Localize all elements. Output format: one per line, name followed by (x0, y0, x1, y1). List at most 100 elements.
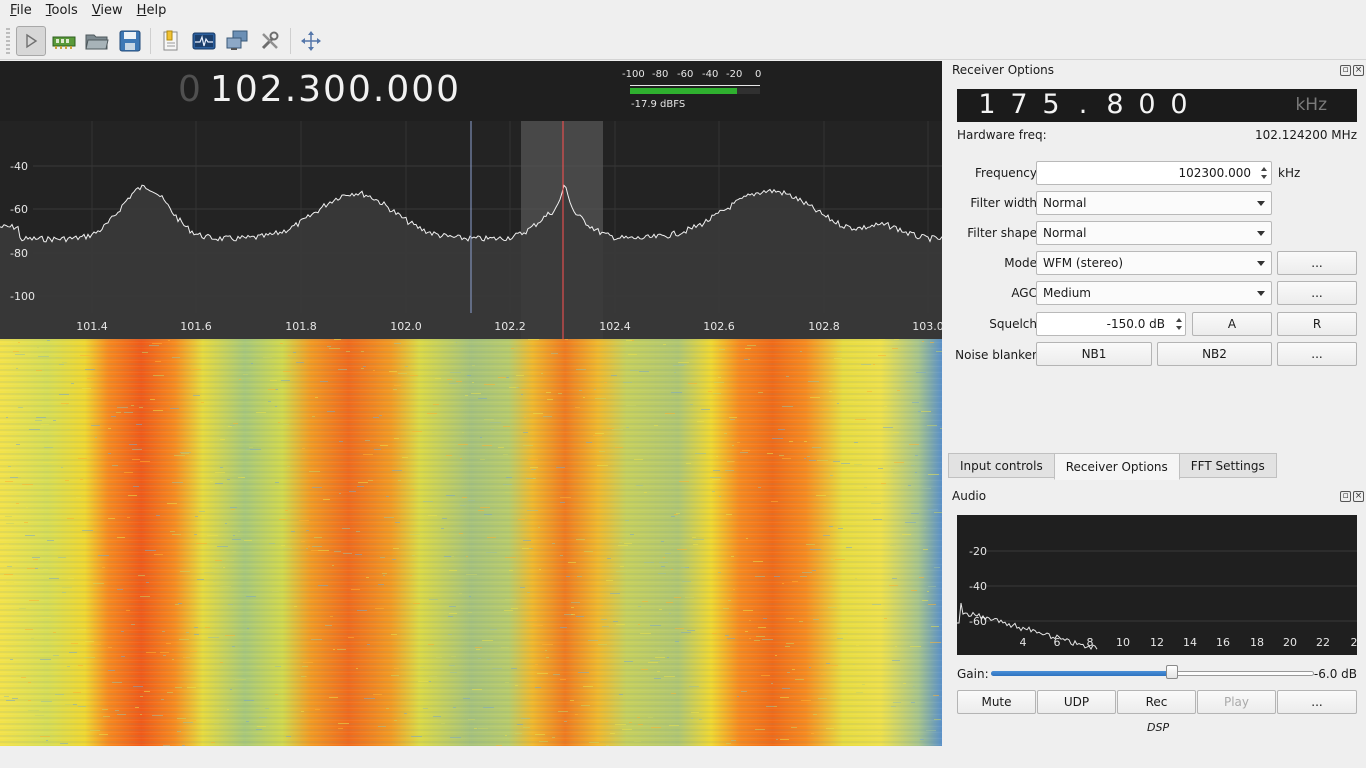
load-settings-button[interactable] (82, 26, 112, 56)
meter-scale-label: -60 (677, 69, 694, 80)
menu-help[interactable]: Help (130, 0, 174, 22)
noise-blanker-options-button[interactable]: ... (1277, 342, 1357, 366)
float-icon[interactable]: ▫ (1340, 491, 1351, 502)
tab-receiver-options[interactable]: Receiver Options (1053, 453, 1180, 480)
offset-digit[interactable]: 1 (971, 89, 1003, 120)
tab-fft-settings[interactable]: FFT Settings (1178, 453, 1277, 478)
frequency-spinbox[interactable]: 102300.000 (1036, 161, 1272, 185)
close-icon[interactable]: × (1353, 491, 1364, 502)
offset-digit[interactable]: 0 (1131, 89, 1163, 120)
full-screen-button[interactable] (296, 26, 326, 56)
spin-down-icon[interactable] (1176, 326, 1182, 330)
filter-offset-digits[interactable]: 1 7 5 . 8 0 0 (971, 89, 1195, 120)
agc-select[interactable]: Medium (1036, 281, 1272, 305)
meter-scale: -100 -80 -60 -40 -20 0 (622, 69, 762, 81)
main-toolbar (0, 22, 1366, 60)
frequency-spin-arrows[interactable] (1258, 161, 1270, 185)
meter-scale-label: -40 (702, 69, 719, 80)
squelch-spin-arrows[interactable] (1173, 312, 1185, 336)
mode-options-button[interactable]: ... (1277, 251, 1357, 275)
audio-x-tick: 2 (1351, 636, 1358, 649)
start-button[interactable] (16, 25, 46, 56)
frequency-value: 102300.000 (1178, 166, 1251, 180)
spectrum-x-tick: 102.8 (808, 320, 840, 333)
spectrum-x-tick: 102.6 (703, 320, 735, 333)
menu-view[interactable]: View (85, 0, 130, 22)
squelch-label: Squelch (989, 317, 1037, 331)
chevron-down-icon (1257, 230, 1265, 236)
mode-value: WFM (stereo) (1043, 256, 1124, 270)
tools-icon (261, 31, 279, 49)
close-icon[interactable]: × (1353, 65, 1364, 76)
offset-digit[interactable]: 8 (1099, 89, 1131, 120)
filter-width-label: Filter width (970, 196, 1037, 210)
record-button[interactable]: Rec (1117, 690, 1196, 714)
mode-select[interactable]: WFM (stereo) (1036, 251, 1272, 275)
chevron-down-icon (1257, 260, 1265, 266)
meter-ticks (630, 82, 760, 86)
filter-shape-select[interactable]: Normal (1036, 221, 1272, 245)
audio-fft-plot[interactable]: -20-40-60 4 6 8 10 12 14 16 18 20 22 2 (957, 515, 1357, 655)
squelch-value: -150.0 dB (1106, 317, 1165, 331)
hardware-icon (52, 36, 76, 49)
offset-digit[interactable]: 7 (1003, 89, 1035, 120)
dxc-button[interactable] (189, 26, 219, 56)
nb2-button[interactable]: NB2 (1157, 342, 1272, 366)
menu-file[interactable]: File (3, 0, 39, 22)
gain-slider-handle[interactable] (1165, 665, 1178, 679)
audio-title: Audio (952, 489, 987, 503)
audio-x-tick: 18 (1250, 636, 1264, 649)
spin-up-icon[interactable] (1261, 167, 1267, 171)
offset-digit[interactable]: 5 (1035, 89, 1067, 120)
toolbar-separator (290, 27, 291, 54)
agc-label: AGC (1011, 286, 1037, 300)
audio-options-button[interactable]: ... (1277, 690, 1357, 714)
frequency-leading-digit[interactable]: 0 (178, 69, 201, 110)
bookmark-icon (163, 30, 178, 50)
save-icon (119, 30, 141, 51)
spin-down-icon[interactable] (1261, 175, 1267, 179)
waterfall-display[interactable] (0, 339, 942, 746)
hardware-freq-label: Hardware freq: (957, 128, 1047, 142)
spectrum-plot[interactable]: -40-60-80-100 101.4 101.6 101.8 102.0 102.2 1… (0, 121, 942, 339)
io-devices-button[interactable] (49, 26, 79, 56)
offset-digit[interactable]: 0 (1163, 89, 1195, 120)
status-bar (0, 746, 943, 768)
audio-grid (987, 550, 1357, 622)
hardware-freq-value: 102.124200 MHz (1254, 128, 1357, 142)
float-icon[interactable]: ▫ (1340, 65, 1351, 76)
spectrum-x-tick: 101.6 (180, 320, 212, 333)
audio-x-tick: 14 (1183, 636, 1197, 649)
squelch-reset-button[interactable]: R (1277, 312, 1357, 336)
nb1-button[interactable]: NB1 (1036, 342, 1152, 366)
spectrum-y-tick: -80 (10, 247, 28, 260)
open-folder-icon (85, 34, 109, 49)
meter-scale-label: 0 (755, 69, 762, 80)
bookmarks-button[interactable] (156, 26, 186, 56)
squelch-auto-button[interactable]: A (1192, 312, 1272, 336)
remote-control-button[interactable] (222, 26, 252, 56)
filter-width-select[interactable]: Normal (1036, 191, 1272, 215)
toolbar-separator (150, 27, 151, 54)
frequency-control[interactable]: 0 102.300.000 -100 -80 -60 -40 -20 0 -17… (0, 61, 942, 121)
spectrum-x-tick: 102.2 (494, 320, 526, 333)
play-button[interactable]: Play (1197, 690, 1276, 714)
audio-y-tick: -60 (969, 615, 987, 628)
offset-unit: kHz (1295, 95, 1327, 115)
spin-up-icon[interactable] (1176, 318, 1182, 322)
filter-offset-display[interactable]: 1 7 5 . 8 0 0 kHz (957, 89, 1357, 122)
udp-button[interactable]: UDP (1037, 690, 1116, 714)
gain-value: -6.0 dB (1313, 667, 1357, 681)
menu-tools[interactable]: Tools (39, 0, 85, 22)
toolbar-grip[interactable] (6, 27, 10, 54)
tab-input-controls[interactable]: Input controls (948, 453, 1055, 478)
audio-y-tick: -40 (969, 580, 987, 593)
save-settings-button[interactable] (115, 26, 145, 56)
configure-button[interactable] (255, 26, 285, 56)
filter-width-value: Normal (1043, 196, 1087, 210)
squelch-spinbox[interactable]: -150.0 dB (1036, 312, 1186, 336)
frequency-digits[interactable]: 102.300.000 (210, 69, 461, 110)
mute-button[interactable]: Mute (957, 690, 1036, 714)
dsp-status: DSP (1147, 721, 1170, 734)
agc-options-button[interactable]: ... (1277, 281, 1357, 305)
